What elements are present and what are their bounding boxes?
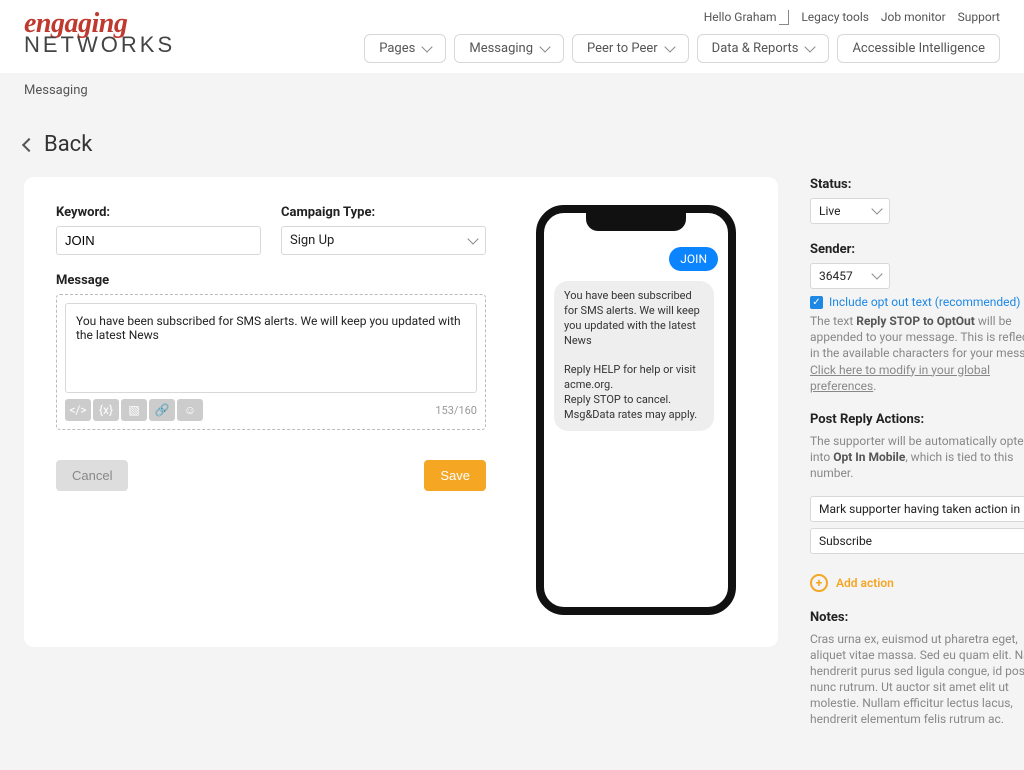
cancel-button[interactable]: Cancel	[56, 460, 128, 491]
optout-checkbox[interactable]: ✓ Include opt out text (recommended)	[810, 295, 1024, 309]
chevron-down-icon	[871, 268, 882, 279]
action-select-1[interactable]: Mark supporter having taken action in	[810, 496, 1024, 522]
link-legacy-tools[interactable]: Legacy tools	[792, 10, 869, 24]
chevron-down-icon	[467, 233, 478, 244]
braces-icon[interactable]: {x}	[93, 399, 119, 421]
phone-preview: JOIN You have been subscribed for SMS al…	[536, 205, 736, 615]
sms-incoming-bubble: You have been subscribed for SMS alerts.…	[554, 281, 714, 431]
link-job-monitor[interactable]: Job monitor	[872, 10, 946, 24]
link-support[interactable]: Support	[949, 10, 1000, 24]
status-label: Status:	[810, 177, 1024, 192]
link-icon[interactable]: 🔗	[149, 399, 175, 421]
logo-line2: NETWORKS	[24, 34, 175, 56]
chevron-down-icon	[539, 41, 550, 52]
campaign-type-select[interactable]: Sign Up	[281, 226, 486, 255]
chevron-down-icon	[664, 41, 675, 52]
action-select-2[interactable]: Subscribe	[810, 528, 1024, 554]
nav-accessible-intelligence[interactable]: Accessible Intelligence	[837, 34, 1000, 63]
nav-peer-to-peer[interactable]: Peer to Peer	[572, 34, 689, 63]
keyword-label: Keyword:	[56, 205, 261, 220]
image-icon[interactable]: ▧	[121, 399, 147, 421]
global-preferences-link[interactable]: Click here to modify in your global pref…	[810, 363, 990, 393]
status-select[interactable]: Live	[810, 198, 890, 224]
chevron-down-icon	[779, 10, 789, 25]
phone-notch	[586, 213, 686, 231]
plus-icon: +	[810, 574, 828, 592]
chevron-left-icon	[22, 137, 36, 151]
nav-pages[interactable]: Pages	[364, 34, 446, 63]
keyword-input[interactable]	[56, 226, 261, 255]
logo: engaging NETWORKS	[24, 10, 175, 56]
char-counter: 153/160	[435, 404, 477, 417]
optout-description: The text Reply STOP to OptOut will be ap…	[810, 313, 1024, 394]
notes-label: Notes:	[810, 610, 1024, 625]
message-label: Message	[56, 273, 486, 288]
nav-data-reports[interactable]: Data & Reports	[697, 34, 830, 63]
back-button[interactable]: Back	[24, 132, 1000, 157]
nav-messaging[interactable]: Messaging	[454, 34, 564, 63]
sms-outgoing-bubble: JOIN	[669, 247, 718, 271]
message-textarea[interactable]: You have been subscribed for SMS alerts.…	[65, 303, 477, 393]
sender-label: Sender:	[810, 242, 1024, 257]
campaign-type-label: Campaign Type:	[281, 205, 486, 220]
post-reply-label: Post Reply Actions:	[810, 412, 1024, 427]
sender-select[interactable]: 36457	[810, 263, 890, 289]
post-reply-description: The supporter will be automatically opte…	[810, 433, 1024, 482]
notes-text: Cras urna ex, euismod ut pharetra eget, …	[810, 631, 1024, 728]
breadcrumb: Messaging	[0, 73, 1024, 108]
chevron-down-icon	[422, 41, 433, 52]
code-icon[interactable]: </>	[65, 399, 91, 421]
check-icon: ✓	[810, 296, 823, 309]
user-greeting[interactable]: Hello Graham	[704, 10, 790, 24]
chevron-down-icon	[805, 41, 816, 52]
chevron-down-icon	[871, 203, 882, 214]
emoji-icon[interactable]: ☺	[177, 399, 203, 421]
save-button[interactable]: Save	[424, 460, 486, 491]
add-action-button[interactable]: + Add action	[810, 574, 1024, 592]
